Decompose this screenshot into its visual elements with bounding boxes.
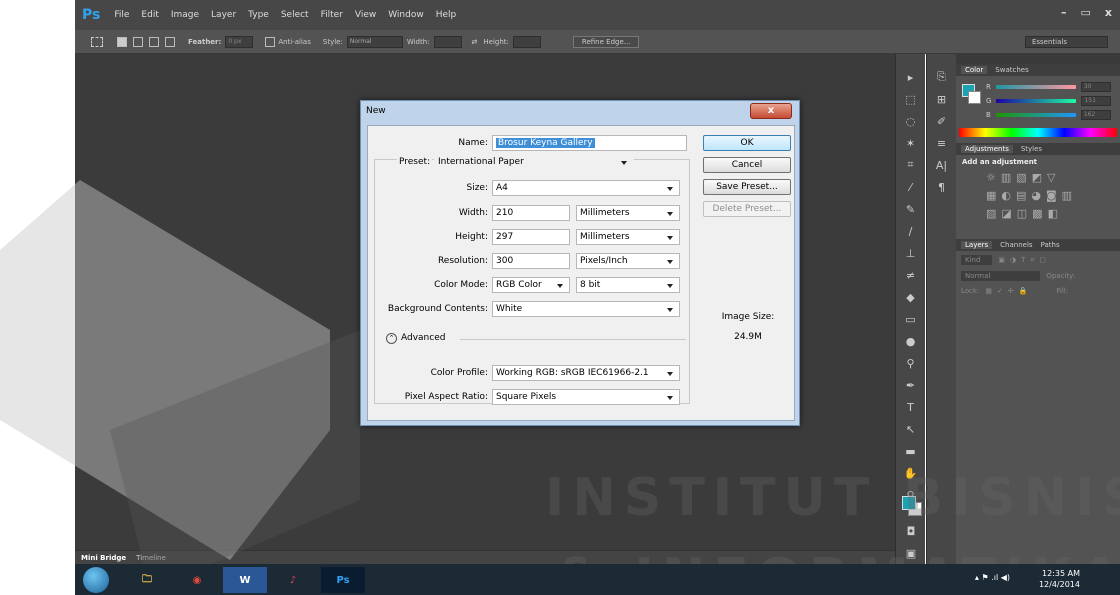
explorer-icon[interactable]: 🗀 [125,567,169,593]
new-document-dialog: New x Name: Brosur Keyna Gallery Preset:… [360,100,800,426]
resolution-label: Resolution: [437,256,488,266]
background-contents-label: Background Contents: [387,304,488,314]
itunes-icon[interactable]: ♪ [271,567,315,593]
preset-select[interactable]: International Paper [434,154,634,170]
image-size-value: 24.9M [734,332,762,342]
pixel-aspect-select[interactable]: Square Pixels [492,389,680,405]
dialog-title: New [366,106,386,116]
color-mode-label: Color Mode: [434,280,488,290]
color-profile-select[interactable]: Working RGB: sRGB IEC61966-2.1 [492,365,680,381]
resolution-unit-select[interactable]: Pixels/Inch [576,253,680,269]
advanced-toggle-icon[interactable]: ⌃ [386,333,397,344]
width-field[interactable]: 210 [492,205,570,221]
name-field[interactable]: Brosur Keyna Gallery [492,135,687,151]
system-tray-icons[interactable]: ▴ ⚑ .ıl ◀) [975,573,1010,582]
clock-date: 12/4/2014 [1038,580,1080,589]
height-unit-select[interactable]: Millimeters [576,229,680,245]
save-preset-button[interactable]: Save Preset... [703,179,791,195]
image-size-label: Image Size: [721,312,775,322]
width-unit-select[interactable]: Millimeters [576,205,680,221]
height-label: Height: [455,232,488,242]
dialog-body: Name: Brosur Keyna Gallery Preset: Inter… [367,125,795,421]
ok-button[interactable]: OK [703,135,791,151]
cancel-button[interactable]: Cancel [703,157,791,173]
name-label: Name: [458,138,488,148]
chrome-icon[interactable]: ◉ [175,567,219,593]
start-button[interactable] [83,567,109,593]
advanced-divider [460,339,686,340]
bit-depth-select[interactable]: 8 bit [576,277,680,293]
word-icon[interactable]: W [223,567,267,593]
size-select[interactable]: A4 [492,180,680,196]
name-value: Brosur Keyna Gallery [496,138,595,148]
preset-label: Preset: [397,157,433,167]
watermark-text-line1: INSTITUT BISNIS [545,468,1120,528]
dialog-close-button[interactable]: x [750,103,792,119]
color-mode-select[interactable]: RGB Color [492,277,570,293]
clock[interactable]: 12:35 AM 12/4/2014 [1039,568,1080,590]
advanced-label[interactable]: Advanced [401,333,445,343]
resolution-field[interactable]: 300 [492,253,570,269]
screen: Ps File Edit Image Layer Type Select Fil… [0,0,1120,595]
width-label: Width: [458,208,488,218]
photoshop-icon[interactable]: Ps [321,567,365,593]
pixel-aspect-label: Pixel Aspect Ratio: [404,392,488,402]
delete-preset-button[interactable]: Delete Preset... [703,201,791,217]
size-label: Size: [466,183,488,193]
height-field[interactable]: 297 [492,229,570,245]
taskbar: 🗀 ◉ W ♪ Ps ▴ ⚑ .ıl ◀) 12:35 AM 12/4/2014 [75,564,1120,595]
color-profile-label: Color Profile: [430,368,488,378]
clock-time: 12:35 AM [1042,569,1080,578]
background-contents-select[interactable]: White [492,301,680,317]
